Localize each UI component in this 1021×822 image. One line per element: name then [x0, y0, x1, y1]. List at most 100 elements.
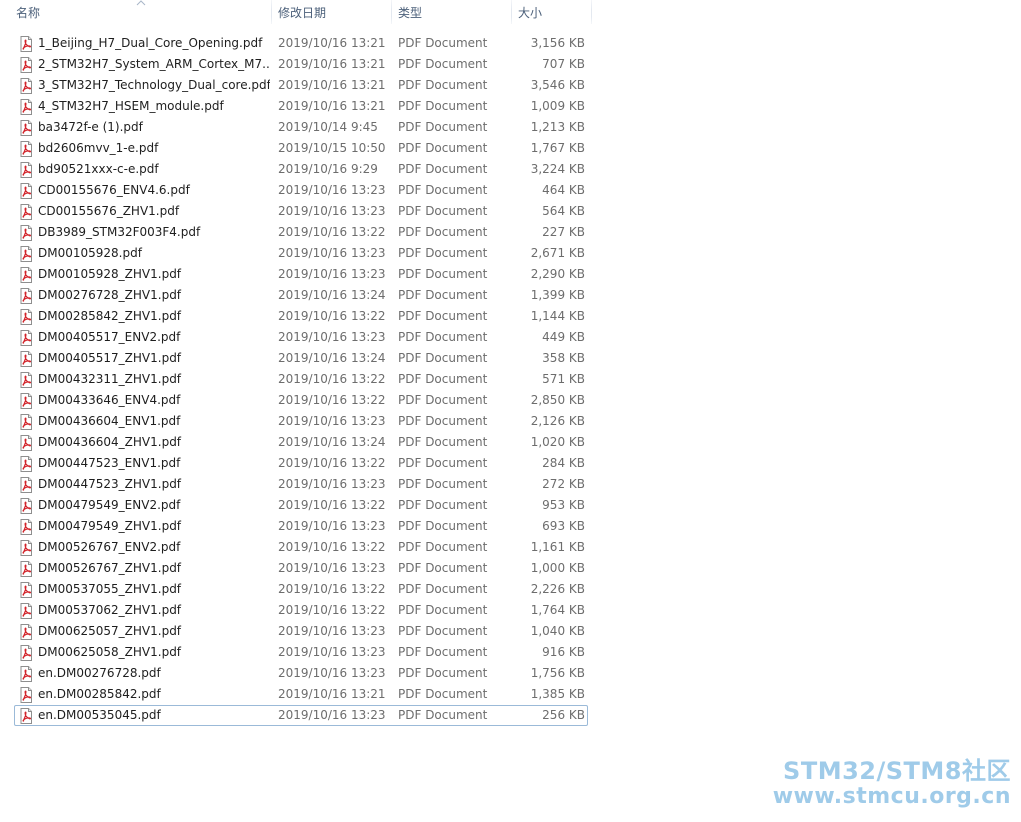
file-date-modified: 2019/10/16 9:29 — [278, 162, 378, 176]
file-row[interactable]: DM00537055_ZHV1.pdf 2019/10/16 13:22 PDF D… — [14, 579, 588, 600]
pdf-file-icon — [18, 120, 34, 136]
file-date-modified: 2019/10/16 13:23 — [278, 519, 386, 533]
file-size: 1,213 KB — [530, 120, 585, 134]
file-date-modified: 2019/10/16 13:21 — [278, 687, 386, 701]
file-row[interactable]: bd2606mvv_1-e.pdf 2019/10/15 10:50 PDF Doc… — [14, 138, 588, 159]
file-row[interactable]: DM00405517_ENV2.pdf 2019/10/16 13:23 PDF D… — [14, 327, 588, 348]
file-size: 256 KB — [542, 708, 585, 722]
column-header-name-label: 名称 — [16, 6, 41, 20]
site-watermark: STM32/STM8社区 www.stmcu.org.cn — [773, 758, 1011, 810]
file-date-modified: 2019/10/16 13:23 — [278, 561, 386, 575]
file-row[interactable]: en.DM00276728.pdf 2019/10/16 13:23 PDF Doc… — [14, 663, 588, 684]
file-type: PDF Document — [398, 120, 488, 134]
column-header-date-modified[interactable]: 修改日期 — [271, 0, 391, 26]
file-row[interactable]: ba3472f-e (1).pdf 2019/10/14 9:45 PDF Docu… — [14, 117, 588, 138]
file-row[interactable]: DM00432311_ZHV1.pdf 2019/10/16 13:22 PDF D… — [14, 369, 588, 390]
file-name: 4_STM32H7_HSEM_module.pdf — [38, 99, 224, 113]
column-header-size[interactable]: 大小 — [511, 0, 592, 26]
file-row[interactable]: DM00276728_ZHV1.pdf 2019/10/16 13:24 PDF D… — [14, 285, 588, 306]
pdf-file-icon — [18, 162, 34, 178]
file-size: 707 KB — [542, 57, 585, 71]
file-row[interactable]: bd90521xxx-c-e.pdf 2019/10/16 9:29 PDF Doc… — [14, 159, 588, 180]
file-size: 2,226 KB — [530, 582, 585, 596]
file-row[interactable]: DM00625057_ZHV1.pdf 2019/10/16 13:23 PDF D… — [14, 621, 588, 642]
file-type: PDF Document — [398, 477, 488, 491]
file-type: PDF Document — [398, 225, 488, 239]
file-size: 916 KB — [542, 645, 585, 659]
file-name: CD00155676_ENV4.6.pdf — [38, 183, 190, 197]
column-header-type[interactable]: 类型 — [391, 0, 511, 26]
file-type: PDF Document — [398, 372, 488, 386]
file-row[interactable]: 3_STM32H7_Technology_Dual_core.pdf 2019/1… — [14, 75, 588, 96]
file-row[interactable]: DM00526767_ZHV1.pdf 2019/10/16 13:23 PDF D… — [14, 558, 588, 579]
file-name: DM00433646_ENV4.pdf — [38, 393, 181, 407]
pdf-file-icon — [18, 57, 34, 73]
file-row[interactable]: DM00405517_ZHV1.pdf 2019/10/16 13:24 PDF D… — [14, 348, 588, 369]
pdf-file-icon — [18, 498, 34, 514]
file-row[interactable]: DM00526767_ENV2.pdf 2019/10/16 13:22 PDF D… — [14, 537, 588, 558]
file-row[interactable]: DM00436604_ENV1.pdf 2019/10/16 13:23 PDF D… — [14, 411, 588, 432]
file-type: PDF Document — [398, 246, 488, 260]
file-type: PDF Document — [398, 687, 488, 701]
file-type: PDF Document — [398, 162, 488, 176]
file-row[interactable]: DM00436604_ZHV1.pdf 2019/10/16 13:24 PDF D… — [14, 432, 588, 453]
file-row[interactable]: 2_STM32H7_System_ARM_Cortex_M7... 2019/10… — [14, 54, 588, 75]
file-date-modified: 2019/10/16 13:22 — [278, 372, 386, 386]
file-type: PDF Document — [398, 603, 488, 617]
file-size: 3,156 KB — [530, 36, 585, 50]
file-row[interactable]: DM00447523_ENV1.pdf 2019/10/16 13:22 PDF D… — [14, 453, 588, 474]
file-row[interactable]: DM00447523_ZHV1.pdf 2019/10/16 13:23 PDF D… — [14, 474, 588, 495]
file-row[interactable]: en.DM00285842.pdf 2019/10/16 13:21 PDF Doc… — [14, 684, 588, 705]
file-date-modified: 2019/10/16 13:23 — [278, 624, 386, 638]
file-name: DM00625058_ZHV1.pdf — [38, 645, 182, 659]
file-size: 2,126 KB — [530, 414, 585, 428]
file-size: 2,290 KB — [530, 267, 585, 281]
file-row[interactable]: DM00625058_ZHV1.pdf 2019/10/16 13:23 PDF D… — [14, 642, 588, 663]
column-header-type-label: 类型 — [398, 6, 423, 20]
file-row[interactable]: DM00479549_ENV2.pdf 2019/10/16 13:22 PDF D… — [14, 495, 588, 516]
file-row[interactable]: DM00105928_ZHV1.pdf 2019/10/16 13:23 PDF D… — [14, 264, 588, 285]
pdf-file-icon — [18, 624, 34, 640]
file-row[interactable]: DM00285842_ZHV1.pdf 2019/10/16 13:22 PDF D… — [14, 306, 588, 327]
file-date-modified: 2019/10/16 13:23 — [278, 330, 386, 344]
pdf-file-icon — [18, 645, 34, 661]
file-explorer-details-view: 名称 修改日期 类型 大小 1_Beijing_H7_Dual_Core_Ope… — [0, 0, 1021, 822]
column-header-bar: 名称 修改日期 类型 大小 — [0, 0, 592, 26]
file-size: 2,850 KB — [530, 393, 585, 407]
file-name: DM00432311_ZHV1.pdf — [38, 372, 182, 386]
file-row[interactable]: 4_STM32H7_HSEM_module.pdf 2019/10/16 13:2… — [14, 96, 588, 117]
file-size: 571 KB — [542, 372, 585, 386]
file-row[interactable]: CD00155676_ZHV1.pdf 2019/10/16 13:23 PDF D… — [14, 201, 588, 222]
file-size: 693 KB — [542, 519, 585, 533]
file-size: 464 KB — [542, 183, 585, 197]
file-type: PDF Document — [398, 57, 488, 71]
file-name: en.DM00535045.pdf — [38, 708, 161, 722]
file-row[interactable]: CD00155676_ENV4.6.pdf 2019/10/16 13:23 PDF… — [14, 180, 588, 201]
file-type: PDF Document — [398, 435, 488, 449]
file-row[interactable]: DB3989_STM32F003F4.pdf 2019/10/16 13:22 PD… — [14, 222, 588, 243]
file-type: PDF Document — [398, 393, 488, 407]
file-size: 1,009 KB — [530, 99, 585, 113]
sort-ascending-arrow-icon — [136, 0, 146, 6]
file-type: PDF Document — [398, 561, 488, 575]
file-type: PDF Document — [398, 141, 488, 155]
file-type: PDF Document — [398, 36, 488, 50]
file-row[interactable]: DM00479549_ZHV1.pdf 2019/10/16 13:23 PDF D… — [14, 516, 588, 537]
file-name: DM00105928_ZHV1.pdf — [38, 267, 182, 281]
file-row[interactable]: DM00105928.pdf 2019/10/16 13:23 PDF Docume… — [14, 243, 588, 264]
pdf-file-icon — [18, 414, 34, 430]
file-row[interactable]: 1_Beijing_H7_Dual_Core_Opening.pdf 2019/1… — [14, 33, 588, 54]
file-size: 1,756 KB — [530, 666, 585, 680]
file-date-modified: 2019/10/16 13:22 — [278, 309, 386, 323]
file-type: PDF Document — [398, 351, 488, 365]
pdf-file-icon — [18, 708, 34, 724]
file-date-modified: 2019/10/16 13:21 — [278, 99, 386, 113]
file-row[interactable]: en.DM00535045.pdf 2019/10/16 13:23 PDF Doc… — [14, 705, 588, 726]
file-row[interactable]: DM00433646_ENV4.pdf 2019/10/16 13:22 PDF D… — [14, 390, 588, 411]
file-row[interactable]: DM00537062_ZHV1.pdf 2019/10/16 13:22 PDF D… — [14, 600, 588, 621]
file-name: 2_STM32H7_System_ARM_Cortex_M7... — [38, 57, 270, 71]
column-divider[interactable] — [591, 0, 592, 24]
pdf-file-icon — [18, 582, 34, 598]
pdf-file-icon — [18, 246, 34, 262]
file-name: DM00447523_ZHV1.pdf — [38, 477, 182, 491]
